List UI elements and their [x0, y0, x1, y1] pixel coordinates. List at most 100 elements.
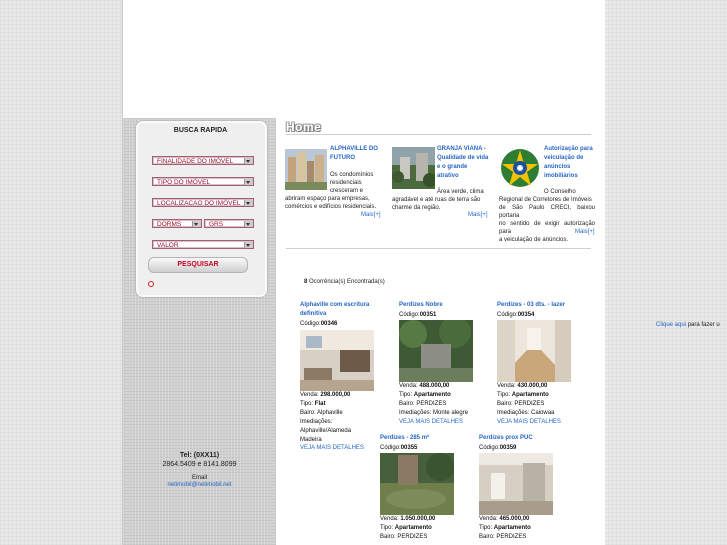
property-field-value: 488.000,00 — [419, 383, 450, 389]
property-neighborhood: Bairo: Alphaville — [300, 409, 343, 418]
news-text-line: charme da região. — [392, 205, 441, 211]
property-field-label: Tipo: — [399, 392, 414, 398]
news-text: abriram espaço para empresas, comércios … — [285, 195, 381, 211]
property-title-line: Perdizes - 03 dts. - lazer — [497, 302, 566, 308]
property-title[interactable]: Perdizes - 03 dts. - lazer — [497, 301, 565, 310]
property-photo[interactable] — [399, 320, 473, 382]
property-field-label: Bairo: — [380, 534, 398, 540]
property-field-label: Imediações: — [300, 419, 333, 425]
property-neighborhood: Bairo: PERDIZES — [380, 533, 427, 542]
chevron-down-icon — [244, 158, 252, 164]
property-code-value: 00359 — [499, 445, 517, 451]
property-type: Tipo: Apartamento — [380, 524, 432, 533]
property-price: Venda: 298.000,00 — [300, 391, 350, 400]
property-type: Tipo: Apartamento — [479, 524, 531, 533]
property-field-value: Apartamento — [493, 525, 531, 531]
property-photo[interactable] — [300, 330, 374, 391]
search-button[interactable]: PESQUISAR — [148, 257, 248, 273]
price-select[interactable]: VALOR — [152, 240, 254, 249]
property-title[interactable]: Perdizes prox PUC — [479, 434, 533, 443]
property-field-label: Venda: — [497, 383, 518, 389]
page-title: Home — [286, 120, 322, 134]
property-title[interactable]: Alphaville com escritura definitiva — [300, 301, 369, 319]
property-title-line: Perdizes prox PUC — [479, 435, 533, 441]
details-link[interactable]: VEJA MAIS DETALHES — [300, 444, 364, 453]
property-field-label: Venda: — [300, 392, 321, 398]
news-title-line: FUTURO — [330, 155, 355, 161]
property-price: Venda: 430.000,00 — [497, 382, 547, 391]
email-link[interactable]: netimobil@netimobil.net — [123, 482, 276, 488]
property-photo[interactable] — [497, 320, 571, 382]
news-text: O Conselho — [544, 188, 595, 196]
property-surroundings-line: Alphaville/Alameda — [300, 428, 352, 434]
location-select[interactable]: LOCALIZACAO DO IMÓVEL — [152, 198, 254, 207]
property-title[interactable]: Perdizes - 285 m² — [380, 434, 429, 443]
property-type: Tipo: Apartamento — [497, 391, 549, 400]
property-photo[interactable] — [380, 453, 454, 515]
property-title[interactable]: Perdizes Nobre — [399, 301, 443, 310]
news-title-line: e o grande — [437, 164, 468, 170]
property-type: Tipo: Flat — [300, 400, 325, 409]
news-text-line: cresceram e — [330, 188, 364, 194]
chevron-down-icon — [244, 221, 252, 227]
property-price: Venda: 1.050.000,00 — [380, 515, 435, 524]
property-neighborhood: Bairo: PERDIZES — [479, 533, 526, 542]
property-field-label: Imediações: — [399, 410, 434, 416]
property-code-label: Código: — [300, 321, 321, 327]
property-field-value: PERDIZES — [496, 534, 527, 540]
property-title-line: Perdizes Nobre — [399, 302, 443, 308]
property-photo[interactable] — [479, 453, 553, 515]
property-field-value: 1.050.000,00 — [400, 516, 436, 522]
property-field-label: Tipo: — [380, 525, 395, 531]
news-title[interactable]: GRANJA VIANA - Qualidade de vida e o gra… — [437, 145, 488, 181]
details-link[interactable]: VEJA MAIS DETALHES — [497, 418, 561, 427]
property-field-value: PERDIZES — [397, 534, 428, 540]
news-title[interactable]: ALPHAVILLE DO FUTURO — [330, 145, 378, 163]
property-field-label: Venda: — [380, 516, 401, 522]
news-title-line: ALPHAVILLE DO — [330, 146, 378, 152]
purpose-select[interactable]: FINALIDADE DO IMÓVEL — [152, 156, 254, 165]
news-title-line: atrativo — [437, 173, 459, 179]
details-link[interactable]: VEJA MAIS DETALHES — [399, 418, 463, 427]
property-field-value: 298.000,00 — [320, 392, 351, 398]
property-title-line: Perdizes - 285 m² — [380, 435, 430, 441]
property-field-label: Bairo: — [479, 534, 497, 540]
property-code-label: Código: — [399, 312, 420, 318]
news-text-line: residenciais — [330, 180, 362, 186]
news-image-alphaville — [285, 149, 327, 190]
property-field-value: Alphaville — [317, 410, 343, 416]
news-text-line: Os condomínios — [330, 172, 374, 178]
property-code: Código:00355 — [380, 444, 417, 453]
property-field-value: Monte alegre — [433, 410, 469, 416]
more-link[interactable]: Mais[+] — [361, 212, 381, 218]
property-code: Código:00351 — [399, 311, 436, 320]
property-type: Tipo: Apartamento — [399, 391, 451, 400]
news-text-line: Regional de Corretores de Imóveis — [499, 197, 592, 203]
property-field-label: Bairo: — [399, 401, 417, 407]
property-field-label: Venda: — [479, 516, 500, 522]
brazil-coat-of-arms-icon — [501, 149, 539, 187]
property-type-select[interactable]: TIPO DO IMÓVEL — [152, 177, 254, 186]
news-text-line: de São Paulo CRECI, baixou portaria — [499, 205, 595, 219]
property-field-value: Apartamento — [511, 392, 549, 398]
property-field-value: Apartamento — [413, 392, 451, 398]
property-surroundings: Imediações: — [300, 418, 332, 427]
phone-numbers: 2864.5409 e 8141.8099 — [162, 461, 237, 468]
click-here-link[interactable]: Clique aqui — [656, 322, 686, 328]
news-title-line: imobiliários — [544, 173, 578, 179]
news-divider — [286, 248, 591, 249]
more-link[interactable]: Mais[+] — [468, 212, 488, 218]
circle-icon — [148, 281, 154, 287]
bedrooms-select[interactable]: DORMS — [152, 219, 202, 228]
news-text-line: agradável e até ruas de terra são — [392, 197, 481, 203]
location-select-value: LOCALIZACAO DO IMÓVEL — [157, 200, 241, 207]
garage-select[interactable]: GRS — [204, 219, 254, 228]
more-link[interactable]: Mais[+] — [575, 229, 595, 235]
bedrooms-select-value: DORMS — [157, 221, 182, 228]
property-field-label: Tipo: — [300, 401, 315, 407]
property-surroundings: Imediações: Caiowaa — [497, 409, 554, 418]
news-title[interactable]: Autorização para veiculação de anúncios … — [544, 145, 593, 181]
property-field-value: Flat — [314, 401, 326, 407]
property-title-line: Alphaville com escritura — [300, 302, 370, 308]
news-text-line: abriram espaço para empresas, — [285, 196, 370, 202]
